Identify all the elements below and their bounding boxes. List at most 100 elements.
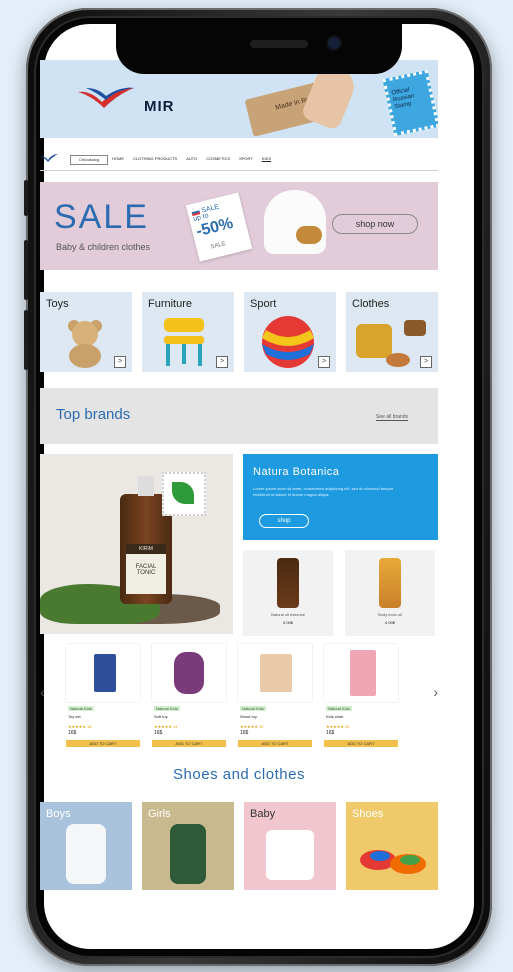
add-to-cart-button[interactable]: ADD TO CART xyxy=(238,740,312,747)
category-label: Shoes xyxy=(352,808,384,820)
product-name: Body tonic oil xyxy=(378,612,402,617)
nav-link-auto[interactable]: AUTO xyxy=(186,156,197,161)
top-navigation: Ctrl/catalog HOME CLOTHING PRODUCTS AUTO… xyxy=(40,148,438,171)
teddy-bear-icon xyxy=(68,320,102,368)
stamp-image: Official Russian Stamp xyxy=(382,69,438,137)
product-name: Toy set xyxy=(68,714,81,719)
category-girls[interactable]: Girls xyxy=(142,802,234,890)
product-tag: Natural Kids xyxy=(326,706,352,711)
category-label: Toys xyxy=(46,298,69,310)
stamp-text: Official Russian Stamp xyxy=(391,87,415,111)
product-image xyxy=(66,644,140,702)
category-arrow[interactable]: > xyxy=(114,356,126,368)
category-shoes[interactable]: Shoes xyxy=(346,802,438,890)
leaf-stamp xyxy=(162,472,206,516)
product-name: Soft toy xyxy=(154,714,168,719)
carousel-next-icon[interactable]: › xyxy=(433,684,438,700)
mir-small-logo-icon[interactable] xyxy=(40,154,58,162)
product-card[interactable]: Natural Kids Wood toy ★★★★★ 12 16$ ADD T… xyxy=(238,644,312,754)
product-price: 16$ xyxy=(326,730,335,736)
product-card[interactable]: Natural Kids Soft toy ★★★★★ 14 16$ ADD T… xyxy=(152,644,226,754)
mir-logo-icon xyxy=(78,87,134,108)
product-name: Natural oil essence xyxy=(270,612,306,617)
category-arrow[interactable]: > xyxy=(318,356,330,368)
product-tag: Natural Kids xyxy=(240,706,266,711)
category-arrow[interactable]: > xyxy=(216,356,228,368)
product-image xyxy=(152,644,226,702)
tag-sale-bottom: SALE xyxy=(210,240,227,251)
nav-link-clothing[interactable]: CLOTHING PRODUCTS xyxy=(133,156,177,161)
category-sport[interactable]: Sport > xyxy=(244,292,336,372)
nav-link-cosmetics[interactable]: COSMETICS xyxy=(206,156,230,161)
toy-image xyxy=(296,226,322,244)
product-card[interactable]: Natural Kids Toy set ★★★★★ 18 16$ ADD TO… xyxy=(66,644,140,754)
category-label: Boys xyxy=(46,808,71,820)
category-furniture[interactable]: Furniture > xyxy=(142,292,234,372)
natura-shop-button[interactable]: shop xyxy=(259,514,309,528)
discount-tag: SALE up to -50% SALE xyxy=(185,192,253,262)
see-all-brands-link[interactable]: See all brands xyxy=(376,414,408,421)
product-carousel: ‹ › Natural Kids Toy set ★★★★★ 18 16$ AD… xyxy=(40,644,438,754)
product-price: 0.00$ xyxy=(282,620,293,625)
nav-link-kids[interactable]: KIDS xyxy=(262,156,271,161)
product-name: Wood toy xyxy=(240,714,257,719)
product-rating: ★★★★★ 20 xyxy=(326,724,350,729)
product-price: 16$ xyxy=(240,730,249,736)
category-baby[interactable]: Baby xyxy=(244,802,336,890)
product-image xyxy=(238,644,312,702)
product-card[interactable]: Natural Kids Kids chair ★★★★★ 20 16$ ADD… xyxy=(324,644,398,754)
nav-link-home[interactable]: HOME xyxy=(112,156,124,161)
bottle-brand: KIRIM xyxy=(126,544,166,554)
add-to-cart-button[interactable]: ADD TO CART xyxy=(152,740,226,747)
product-tag: Natural Kids xyxy=(154,706,180,711)
girls-outfit-image xyxy=(170,824,206,884)
speaker xyxy=(250,40,308,48)
shoes-image xyxy=(360,850,426,874)
category-clothes[interactable]: Clothes > xyxy=(346,292,438,372)
nav-link-sport[interactable]: SPORT xyxy=(239,156,253,161)
category-arrow[interactable]: > xyxy=(420,356,432,368)
phone-volume-button xyxy=(24,240,28,300)
product-image xyxy=(324,644,398,702)
carousel-prev-icon[interactable]: ‹ xyxy=(40,684,45,700)
add-to-cart-button[interactable]: ADD TO CART xyxy=(324,740,398,747)
sale-subtitle: Baby & children clothes xyxy=(56,242,151,252)
product-name: Kids chair xyxy=(326,714,344,719)
category-toys[interactable]: Toys > xyxy=(40,292,132,372)
category-label: Girls xyxy=(148,808,171,820)
brand-promo-image[interactable]: KIRIM FACIAL TONIC xyxy=(40,454,233,634)
product-bottle-image xyxy=(277,558,299,608)
product-rating: ★★★★★ 14 xyxy=(154,724,178,729)
category-label: Furniture xyxy=(148,298,193,310)
category-label: Baby xyxy=(250,808,276,820)
bottle-cap xyxy=(138,476,154,496)
category-label: Sport xyxy=(250,298,277,310)
add-to-cart-button[interactable]: ADD TO CART xyxy=(66,740,140,747)
natura-title: Natura Botanica xyxy=(253,466,340,478)
sale-banner[interactable]: SALE Baby & children clothes SALE up to … xyxy=(40,182,438,270)
sale-title: SALE xyxy=(54,198,149,236)
nav-links: HOME CLOTHING PRODUCTS AUTO COSMETICS SP… xyxy=(112,156,271,161)
camera-icon xyxy=(328,37,340,49)
shoes-and-clothes-title: Shoes and clothes xyxy=(173,766,305,783)
leaf-icon xyxy=(172,482,194,504)
product-rating: ★★★★★ 12 xyxy=(240,724,264,729)
product-price: 16$ xyxy=(68,730,77,736)
phone-volume-button xyxy=(24,310,28,370)
phone-side-button xyxy=(24,180,28,216)
chair-icon xyxy=(164,318,204,366)
catalog-button[interactable]: Ctrl/catalog xyxy=(70,155,108,165)
product-price: 16$ xyxy=(154,730,163,736)
promo-product-card[interactable]: Natural oil essence 0.00$ xyxy=(243,550,333,636)
promo-product-card[interactable]: Body tonic oil 0.00$ xyxy=(345,550,435,636)
top-brands-title: Top brands xyxy=(56,406,131,423)
ball-icon xyxy=(262,316,314,368)
product-rating: ★★★★★ 18 xyxy=(68,724,92,729)
product-tag: Natural Kids xyxy=(68,706,94,711)
product-price: 0.00$ xyxy=(384,620,395,625)
category-grid: Toys > Furniture > Sport > Clothes > xyxy=(40,292,438,372)
shop-now-button[interactable]: shop now xyxy=(332,214,418,234)
category-boys[interactable]: Boys xyxy=(40,802,132,890)
natura-botanica-card[interactable]: Natura Botanica Lorem ipsum dolor sit am… xyxy=(243,454,438,540)
phone-notch xyxy=(116,24,402,74)
